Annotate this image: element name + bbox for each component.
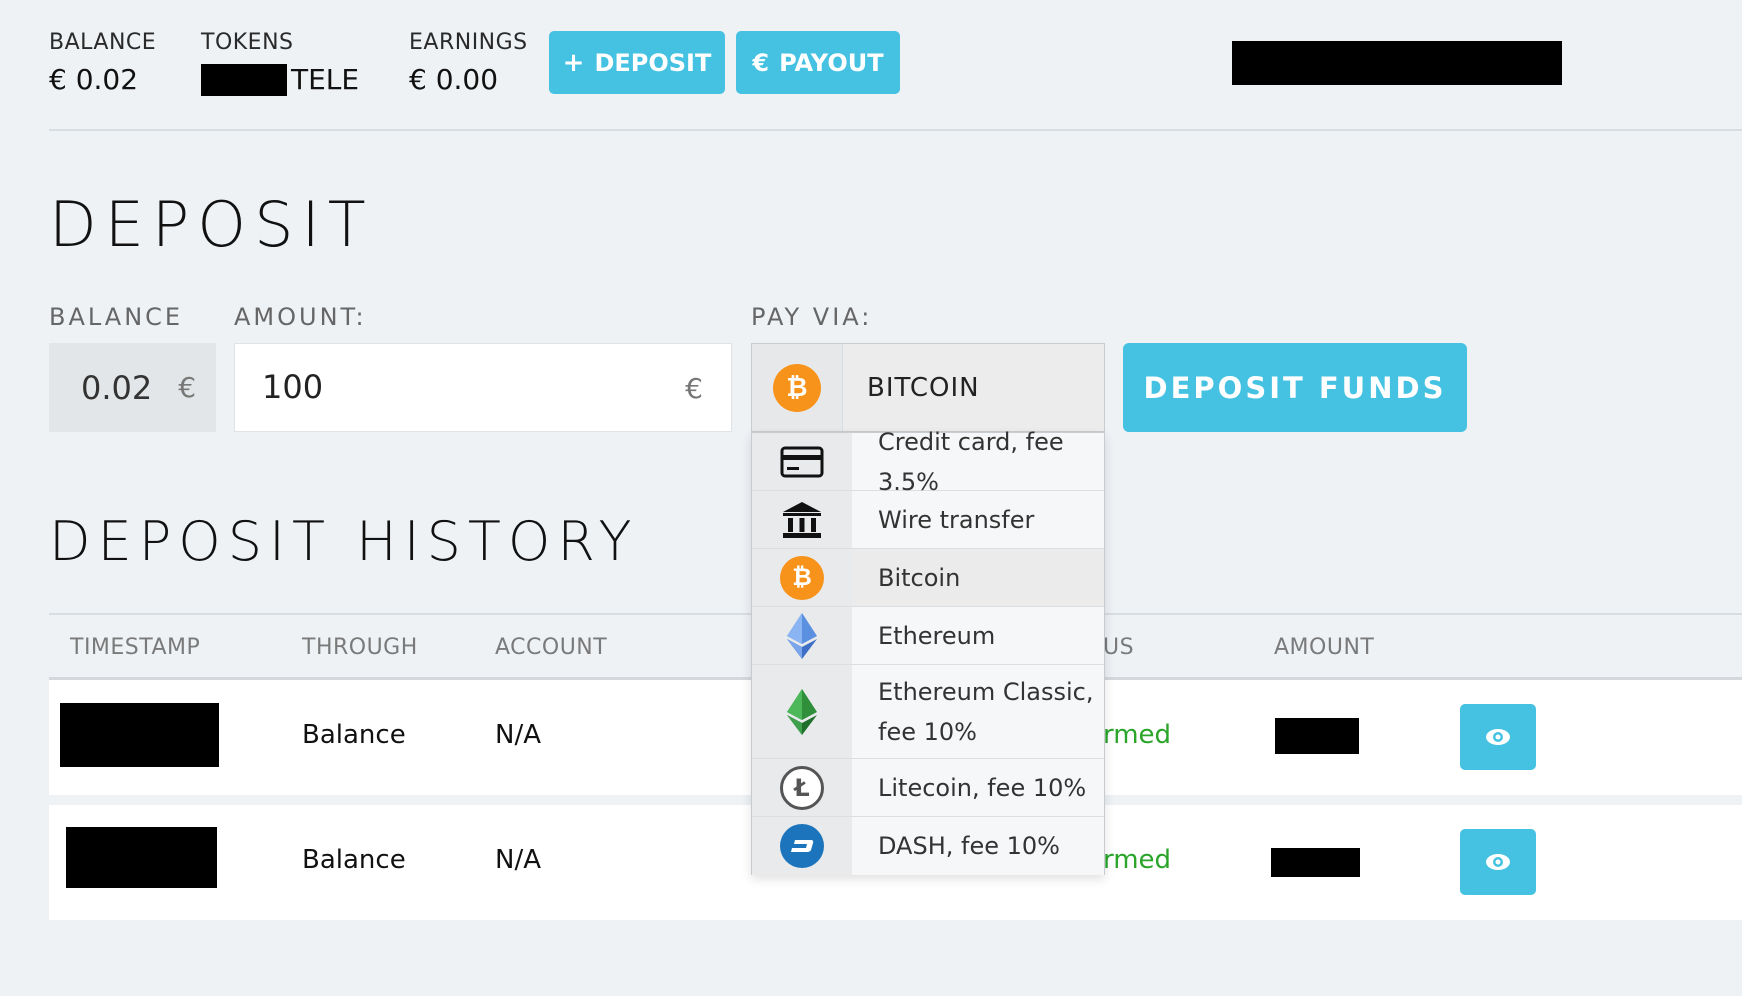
col-timestamp: TIMESTAMP <box>70 635 201 660</box>
row-status: rmed <box>1103 720 1172 750</box>
header-payout-label: PAYOUT <box>779 48 884 77</box>
col-account: ACCOUNT <box>495 635 608 660</box>
option-label-fee: fee 10% <box>878 717 977 746</box>
select-icon-cell: ₿ <box>752 344 843 431</box>
option-ethereum[interactable]: Ethereum <box>752 607 1104 665</box>
row-account: N/A <box>495 720 541 750</box>
tokens-label: TOKENS <box>201 30 294 55</box>
redacted-timestamp <box>66 827 217 888</box>
plus-icon: + <box>562 47 585 78</box>
bank-icon <box>783 501 821 538</box>
row-through: Balance <box>302 845 406 875</box>
option-label: DASH, fee 10% <box>852 817 1104 875</box>
dash-icon <box>780 824 824 868</box>
header-earnings: EARNINGS € 0.00 <box>409 30 528 96</box>
pay-via-dropdown: Credit card, fee 3.5% Wire transfer ₿ Bi… <box>751 428 1105 875</box>
pay-via-select[interactable]: ₿ BITCOIN <box>751 343 1105 432</box>
redacted-token-amount <box>201 63 287 96</box>
ethereum-classic-icon <box>787 688 817 735</box>
pay-via-label: PAY VIA: <box>751 303 873 331</box>
row-account: N/A <box>495 845 541 875</box>
tokens-suffix: TELE <box>291 63 360 96</box>
header-payout-button[interactable]: € PAYOUT <box>736 31 900 94</box>
option-credit-card[interactable]: Credit card, fee 3.5% <box>752 428 1104 496</box>
redacted-user-name <box>1232 41 1562 85</box>
col-status: US <box>1103 635 1135 660</box>
header-tokens: TOKENS TELE <box>201 30 359 96</box>
option-icon-cell <box>752 607 852 664</box>
option-label: Litecoin, fee 10% <box>852 759 1104 816</box>
amount-label: AMOUNT: <box>234 303 367 331</box>
earnings-label: EARNINGS <box>409 30 528 55</box>
col-through: THROUGH <box>302 635 418 660</box>
deposit-balance-display: 0.02 € <box>49 343 216 432</box>
litecoin-icon: Ł <box>780 765 824 810</box>
deposit-balance-value: 0.02 <box>81 368 153 407</box>
row-status: rmed <box>1103 845 1172 875</box>
col-amount: AMOUNT <box>1274 635 1375 660</box>
earnings-value: € 0.00 <box>409 63 499 96</box>
deposit-balance-label: BALANCE <box>49 303 184 331</box>
view-button[interactable] <box>1460 829 1536 895</box>
option-icon-cell: ₿ <box>752 549 852 606</box>
option-icon-cell <box>752 491 852 548</box>
option-icon-cell: Ł <box>752 759 852 816</box>
credit-card-icon <box>780 446 824 477</box>
option-dash[interactable]: DASH, fee 10% <box>752 817 1104 875</box>
amount-input[interactable]: 100 € <box>234 343 732 432</box>
amount-value: 100 <box>262 368 324 406</box>
option-label: Wire transfer <box>852 491 1104 548</box>
header-deposit-button[interactable]: + DEPOSIT <box>549 31 725 94</box>
bitcoin-icon: ₿ <box>773 363 821 412</box>
balance-label: BALANCE <box>49 30 157 55</box>
bitcoin-icon: ₿ <box>780 555 824 600</box>
selected-method: BITCOIN <box>867 372 980 403</box>
redacted-amount <box>1275 718 1359 754</box>
deposit-funds-button[interactable]: DEPOSIT FUNDS <box>1123 343 1467 432</box>
history-title: DEPOSIT HISTORY <box>49 510 639 573</box>
option-icon-cell <box>752 433 852 490</box>
eye-icon <box>1486 854 1510 870</box>
redacted-amount <box>1271 848 1360 877</box>
redacted-timestamp <box>60 703 219 767</box>
option-icon-cell <box>752 817 852 875</box>
view-button[interactable] <box>1460 704 1536 770</box>
option-label-wrap: Ethereum Classic, fee 10% <box>852 665 1104 758</box>
option-label: Ethereum <box>852 607 1104 664</box>
option-icon-cell <box>752 665 852 758</box>
option-label: Bitcoin <box>852 549 1104 606</box>
option-litecoin[interactable]: Ł Litecoin, fee 10% <box>752 759 1104 817</box>
header-divider <box>49 129 1742 131</box>
page-title: DEPOSIT <box>49 188 374 261</box>
header-deposit-label: DEPOSIT <box>594 48 712 77</box>
balance-currency: € <box>178 371 197 404</box>
option-bitcoin[interactable]: ₿ Bitcoin <box>752 549 1104 607</box>
option-label: Ethereum Classic, <box>878 677 1094 706</box>
option-label: Credit card, fee 3.5% <box>852 428 1104 496</box>
amount-currency: € <box>685 372 703 405</box>
eye-icon <box>1486 729 1510 745</box>
ethereum-icon <box>787 612 817 659</box>
row-through: Balance <box>302 720 406 750</box>
option-ethereum-classic[interactable]: Ethereum Classic, fee 10% <box>752 665 1104 759</box>
option-wire-transfer[interactable]: Wire transfer <box>752 491 1104 549</box>
balance-value: € 0.02 <box>49 63 139 96</box>
header-balance: BALANCE € 0.02 <box>49 30 156 96</box>
euro-icon: € <box>752 48 770 77</box>
